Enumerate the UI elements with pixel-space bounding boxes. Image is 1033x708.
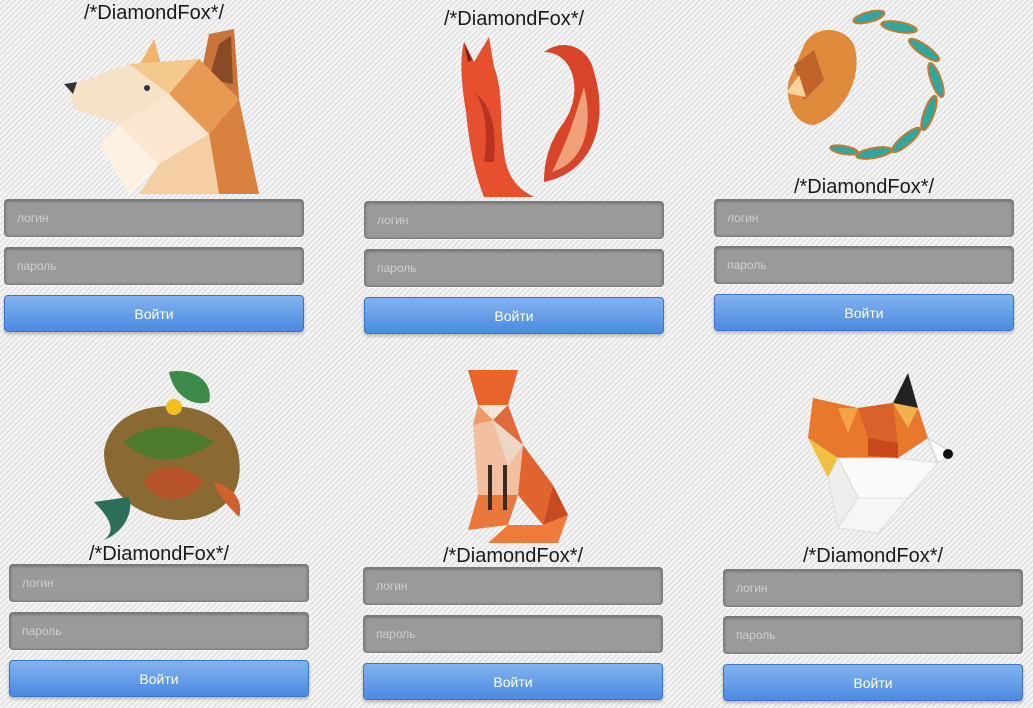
- login-field[interactable]: [4, 199, 304, 237]
- password-field[interactable]: [714, 246, 1014, 284]
- login-panel-1: /*DiamondFox*/ Войти: [4, 0, 304, 335]
- login-button[interactable]: Войти: [4, 295, 304, 332]
- fox-feather-tail-icon: [786, 9, 945, 160]
- password-field[interactable]: [363, 615, 663, 653]
- login-panel-6: /*DiamondFox*/ Войти: [723, 360, 1023, 701]
- panel-title: /*DiamondFox*/: [793, 176, 935, 198]
- login-button[interactable]: Войти: [364, 297, 664, 334]
- login-panel-4: /*DiamondFox*/ Войти: [9, 360, 309, 700]
- panel-title: /*DiamondFox*/: [88, 543, 230, 565]
- password-field[interactable]: [723, 616, 1023, 654]
- panel-title: /*DiamondFox*/: [802, 545, 944, 567]
- fox-head-lowpoly-icon: [64, 29, 259, 194]
- login-field[interactable]: [363, 567, 663, 605]
- fox-sitting-watercolor-icon: [461, 37, 600, 197]
- login-panel-5: /*DiamondFox*/ Войти: [363, 360, 663, 700]
- login-button[interactable]: Войти: [723, 664, 1023, 701]
- panel-title: /*DiamondFox*/: [443, 8, 585, 30]
- login-field[interactable]: [723, 569, 1023, 607]
- fox-sitting-lowpoly-icon: [468, 370, 568, 543]
- fox-head-geometric-icon: [808, 373, 954, 534]
- login-button[interactable]: Войти: [714, 294, 1014, 331]
- password-field[interactable]: [364, 249, 664, 287]
- fox-watercolor-abstract-icon: [94, 371, 241, 540]
- login-field[interactable]: [364, 201, 664, 239]
- login-panel-3: /*DiamondFox*/ Войти: [714, 0, 1014, 335]
- login-field[interactable]: [9, 564, 309, 602]
- login-panel-2: /*DiamondFox*/ Войти: [364, 0, 664, 335]
- login-button[interactable]: Войти: [363, 663, 663, 700]
- login-field[interactable]: [714, 199, 1014, 237]
- panel-title: /*DiamondFox*/: [442, 545, 584, 567]
- login-button[interactable]: Войти: [9, 660, 309, 697]
- panel-title: /*DiamondFox*/: [83, 2, 225, 24]
- password-field[interactable]: [4, 247, 304, 285]
- password-field[interactable]: [9, 612, 309, 650]
